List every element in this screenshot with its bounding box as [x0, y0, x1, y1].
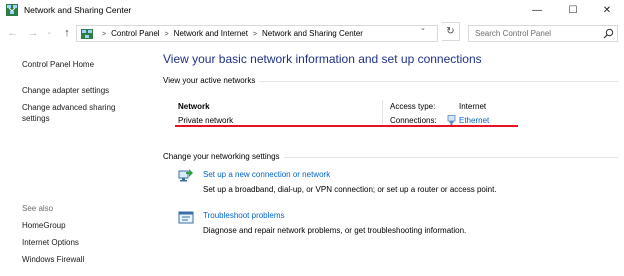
close-button[interactable]: ✕ [590, 0, 624, 20]
search-icon[interactable] [603, 28, 614, 39]
access-type-label: Access type: [390, 102, 436, 111]
troubleshoot-icon [178, 211, 194, 224]
networking-settings-heading: Change your networking settings [163, 152, 284, 161]
setup-new-connection-link[interactable]: Set up a new connection or network [203, 170, 330, 179]
setup-new-connection-description: Set up a broadband, dial-up, or VPN conn… [203, 185, 497, 194]
breadcrumb-control-panel[interactable]: Control Panel [111, 29, 159, 38]
page-title: View your basic network information and … [163, 52, 482, 66]
title-bar: Network and Sharing Center — ☐ ✕ [0, 0, 624, 20]
see-also-link-windows-firewall[interactable]: Windows Firewall [22, 255, 84, 265]
new-connection-icon [178, 169, 193, 182]
active-networks-heading: View your active networks [163, 76, 260, 85]
network-center-icon [6, 4, 18, 16]
ethernet-icon [447, 115, 456, 125]
recent-locations-chevron-icon[interactable]: ⌄ [44, 25, 54, 41]
network-name: Network [178, 102, 210, 111]
troubleshoot-problems-description: Diagnose and repair network problems, or… [203, 226, 467, 235]
refresh-icon[interactable]: ↻ [442, 22, 460, 41]
window-title: Network and Sharing Center [24, 5, 132, 15]
forward-arrow-icon[interactable]: → [26, 25, 40, 41]
breadcrumb-separator-icon: > [102, 31, 107, 38]
network-type-link[interactable]: Private network [178, 116, 233, 125]
breadcrumb-network-and-internet[interactable]: Network and Internet [174, 29, 248, 38]
sidebar-link-settings[interactable]: settings [22, 114, 50, 124]
sidebar-link-control-panel-home[interactable]: Control Panel Home [22, 60, 94, 70]
search-box[interactable] [468, 25, 618, 42]
ethernet-connection-link[interactable]: Ethernet [459, 116, 489, 125]
breadcrumb-separator-icon: > [252, 31, 258, 38]
back-arrow-icon[interactable]: ← [6, 25, 20, 41]
address-bar[interactable]: > Control Panel > Network and Internet > Netw… [76, 25, 438, 42]
maximize-button[interactable]: ☐ [556, 0, 590, 20]
up-arrow-icon[interactable]: ↑ [60, 25, 74, 41]
search-input[interactable] [469, 26, 599, 41]
breadcrumb: > Control Panel > Network and Internet > Netw… [97, 29, 363, 38]
sidebar-link-change-advanced-sharing[interactable]: Change advanced sharing [22, 103, 115, 113]
vertical-divider [382, 100, 383, 126]
access-type-value: Internet [459, 102, 487, 111]
see-also-link-internet-options[interactable]: Internet Options [22, 238, 79, 248]
control-panel-icon [81, 29, 93, 39]
address-dropdown-icon[interactable]: ⌄ [420, 24, 426, 32]
connections-label: Connections: [390, 116, 437, 125]
see-also-label: See also [22, 204, 54, 213]
sidebar-link-change-adapter-settings[interactable]: Change adapter settings [22, 86, 109, 96]
breadcrumb-separator-icon: > [164, 31, 169, 38]
see-also-link-homegroup[interactable]: HomeGroup [22, 221, 66, 231]
red-underline-annotation [175, 125, 518, 127]
minimize-button[interactable]: — [520, 0, 554, 20]
breadcrumb-network-and-sharing-center[interactable]: Network and Sharing Center [262, 29, 363, 38]
troubleshoot-problems-link[interactable]: Troubleshoot problems [203, 211, 285, 220]
